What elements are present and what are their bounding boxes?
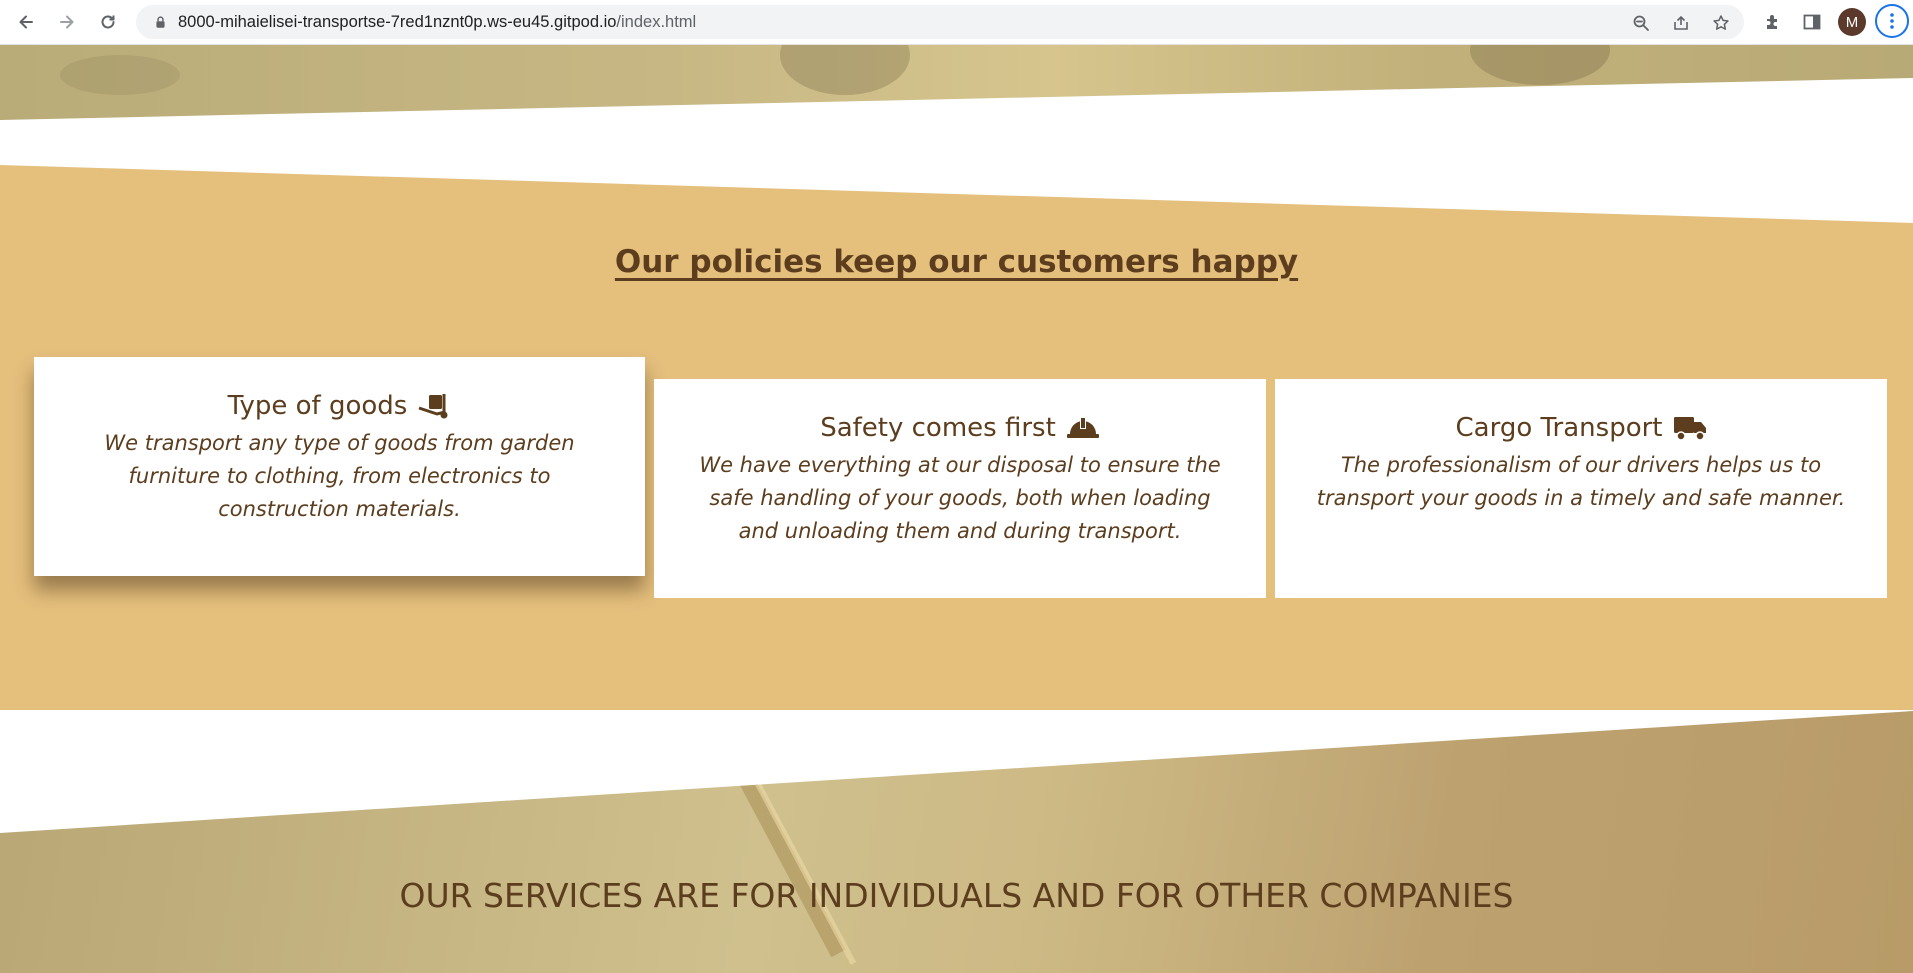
menu-icon xyxy=(1890,13,1894,29)
zoom-icon[interactable] xyxy=(1630,12,1652,34)
forward-button[interactable] xyxy=(53,8,81,36)
extensions-icon[interactable] xyxy=(1761,10,1785,34)
hard-hat-icon xyxy=(1066,418,1099,438)
back-icon xyxy=(19,15,33,29)
url-text[interactable]: 8000-mihaielisei-transportse-7red1nznt0p… xyxy=(178,13,696,32)
services-section xyxy=(0,711,1913,973)
policy-card-cargo: Cargo Transport The professionalism of o… xyxy=(1275,379,1887,598)
avatar[interactable]: M xyxy=(1838,8,1866,36)
url-host: 8000-mihaielisei-transportse-7red1nznt0p… xyxy=(178,13,617,31)
dolly-icon xyxy=(418,394,448,419)
card-title: Safety comes first xyxy=(690,413,1230,443)
address-bar[interactable]: 8000-mihaielisei-transportse-7red1nznt0p… xyxy=(136,5,1744,39)
reload-button[interactable] xyxy=(94,8,122,36)
card-text: We transport any type of goods from gard… xyxy=(104,431,575,521)
services-title: OUR SERVICES ARE FOR INDIVIDUALS AND FOR… xyxy=(399,876,1514,915)
forward-icon xyxy=(60,15,74,29)
card-title-text: Safety comes first xyxy=(820,413,1056,443)
card-title-text: Cargo Transport xyxy=(1455,413,1663,443)
lock-icon[interactable] xyxy=(152,14,168,30)
card-title: Type of goods xyxy=(70,391,609,421)
back-button[interactable] xyxy=(12,8,40,36)
card-text: The professionalism of our drivers helps… xyxy=(1316,453,1846,510)
menu-button[interactable] xyxy=(1875,4,1909,38)
truck-icon xyxy=(1673,417,1706,441)
section-divider xyxy=(0,78,1913,185)
share-icon[interactable] xyxy=(1670,12,1692,34)
browser-toolbar: 8000-mihaielisei-transportse-7red1nznt0p… xyxy=(0,0,1913,45)
policy-card-safety: Safety comes first We have everything at… xyxy=(654,379,1266,598)
page-content: Our policies keep our customers happy Ty… xyxy=(0,45,1913,973)
card-text: We have everything at our disposal to en… xyxy=(699,453,1221,543)
url-path: /index.html xyxy=(616,13,697,31)
card-title-text: Type of goods xyxy=(227,391,408,421)
card-title: Cargo Transport xyxy=(1311,413,1851,443)
reload-icon xyxy=(101,15,115,29)
star-icon[interactable] xyxy=(1710,12,1732,34)
side-panel-icon[interactable] xyxy=(1800,10,1824,34)
policies-title[interactable]: Our policies keep our customers happy xyxy=(0,244,1913,280)
policy-card-goods: Type of goods We transport any type of g… xyxy=(34,357,645,576)
